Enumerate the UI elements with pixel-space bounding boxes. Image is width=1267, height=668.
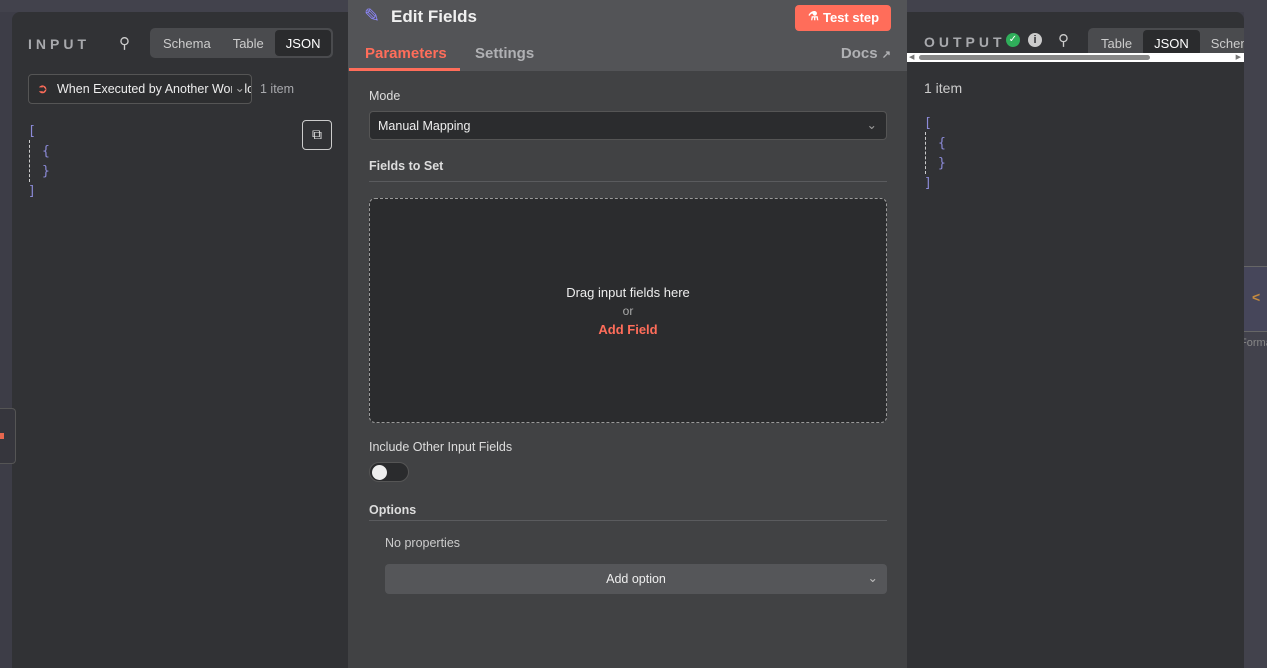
node-settings-panel: ✎ Edit Fields ⚗ Test step Parameters Set…	[348, 0, 907, 668]
json-line: ]	[924, 176, 932, 191]
tab-settings[interactable]: Settings	[475, 45, 534, 62]
json-line: {	[938, 136, 946, 151]
no-properties-text: No properties	[385, 536, 461, 550]
json-line: ]	[28, 184, 36, 199]
mode-label: Mode	[369, 89, 401, 103]
toggle-knob	[372, 465, 387, 480]
canvas-node-code[interactable]: <	[1244, 266, 1267, 332]
tab-table[interactable]: Table	[222, 30, 275, 56]
chevron-down-icon: ⌄	[231, 80, 245, 95]
fields-to-set-label: Fields to Set	[369, 159, 444, 173]
json-line: }	[938, 156, 946, 171]
json-line: [	[924, 116, 932, 131]
json-line: }	[42, 164, 50, 179]
pencil-icon: ✎	[364, 6, 380, 27]
json-line: [	[28, 124, 36, 139]
chevron-down-icon: ⌄	[866, 118, 877, 132]
test-step-button[interactable]: ⚗ Test step	[795, 5, 891, 31]
chevron-down-icon: ⌄	[867, 571, 878, 585]
json-guide-line	[29, 140, 30, 182]
json-guide-line	[925, 132, 926, 174]
input-node-select[interactable]: ➲ When Executed by Another Workflow ⌄	[28, 74, 252, 104]
add-option-label: Add option	[606, 572, 666, 586]
docs-label: Docs	[840, 45, 878, 62]
divider	[369, 181, 887, 182]
input-node-select-value: When Executed by Another Workflow	[57, 82, 252, 96]
input-panel: INPUT ⚲ Schema Table JSON ➲ When Execute…	[12, 12, 348, 668]
scroll-right-icon[interactable]: ▶	[1236, 53, 1241, 61]
add-option-button[interactable]: Add option ⌄	[385, 564, 887, 594]
docs-link[interactable]: Docs ↗	[841, 45, 891, 62]
node-title[interactable]: Edit Fields	[391, 7, 477, 27]
node-header: ✎ Edit Fields ⚗ Test step Parameters Set…	[348, 0, 907, 71]
input-json-view: [ { } ]	[28, 122, 50, 202]
external-link-icon: ↗	[881, 49, 891, 61]
drop-or: or	[622, 304, 634, 318]
search-icon[interactable]: ⚲	[1058, 31, 1069, 49]
trigger-icon: ➲	[37, 81, 48, 96]
horizontal-scrollbar[interactable]: ◀ ▶	[907, 53, 1244, 62]
fields-drop-zone[interactable]: Drag input fields here or Add Field	[369, 198, 887, 423]
success-check-icon: ✓	[1006, 33, 1020, 47]
mode-select[interactable]: Manual Mapping ⌄	[369, 111, 887, 140]
tab-json[interactable]: JSON	[274, 30, 332, 56]
drop-hint: Drag input fields here	[566, 285, 690, 300]
include-other-fields-label: Include Other Input Fields	[369, 440, 513, 454]
output-item-count: 1 item	[924, 80, 963, 96]
output-title: OUTPUT	[924, 34, 1006, 50]
mode-value: Manual Mapping	[378, 119, 471, 133]
input-title: INPUT	[28, 36, 90, 52]
divider	[369, 520, 887, 521]
options-label: Options	[369, 503, 417, 517]
input-item-count: 1 item	[260, 82, 295, 96]
tab-schema[interactable]: Schema	[152, 30, 222, 56]
search-icon[interactable]: ⚲	[119, 34, 130, 52]
workflow-canvas	[1244, 0, 1267, 668]
flask-icon: ⚗	[808, 9, 819, 23]
copy-icon: ⧉	[312, 126, 322, 142]
output-panel: OUTPUT ✓ i ⚲ Table JSON Schema ◀ ▶ 1 ite…	[907, 12, 1244, 668]
scrollbar-thumb[interactable]	[919, 55, 1150, 60]
scroll-left-icon[interactable]: ◀	[909, 53, 914, 61]
canvas-node-label: Format F	[1240, 337, 1267, 349]
input-view-tabs: Schema Table JSON	[150, 28, 334, 58]
handle-marker	[0, 433, 4, 439]
info-icon[interactable]: i	[1028, 33, 1042, 47]
tab-parameters[interactable]: Parameters	[365, 45, 447, 62]
json-line: {	[42, 144, 50, 159]
active-tab-indicator	[349, 68, 460, 71]
output-json-view: [ { } ]	[924, 114, 946, 194]
copy-button[interactable]: ⧉	[302, 120, 332, 150]
panel-collapse-handle[interactable]	[0, 408, 16, 464]
code-icon: <	[1252, 289, 1261, 305]
include-other-fields-toggle[interactable]	[369, 462, 409, 482]
add-field-link[interactable]: Add Field	[370, 322, 886, 337]
test-step-label: Test step	[823, 10, 880, 25]
